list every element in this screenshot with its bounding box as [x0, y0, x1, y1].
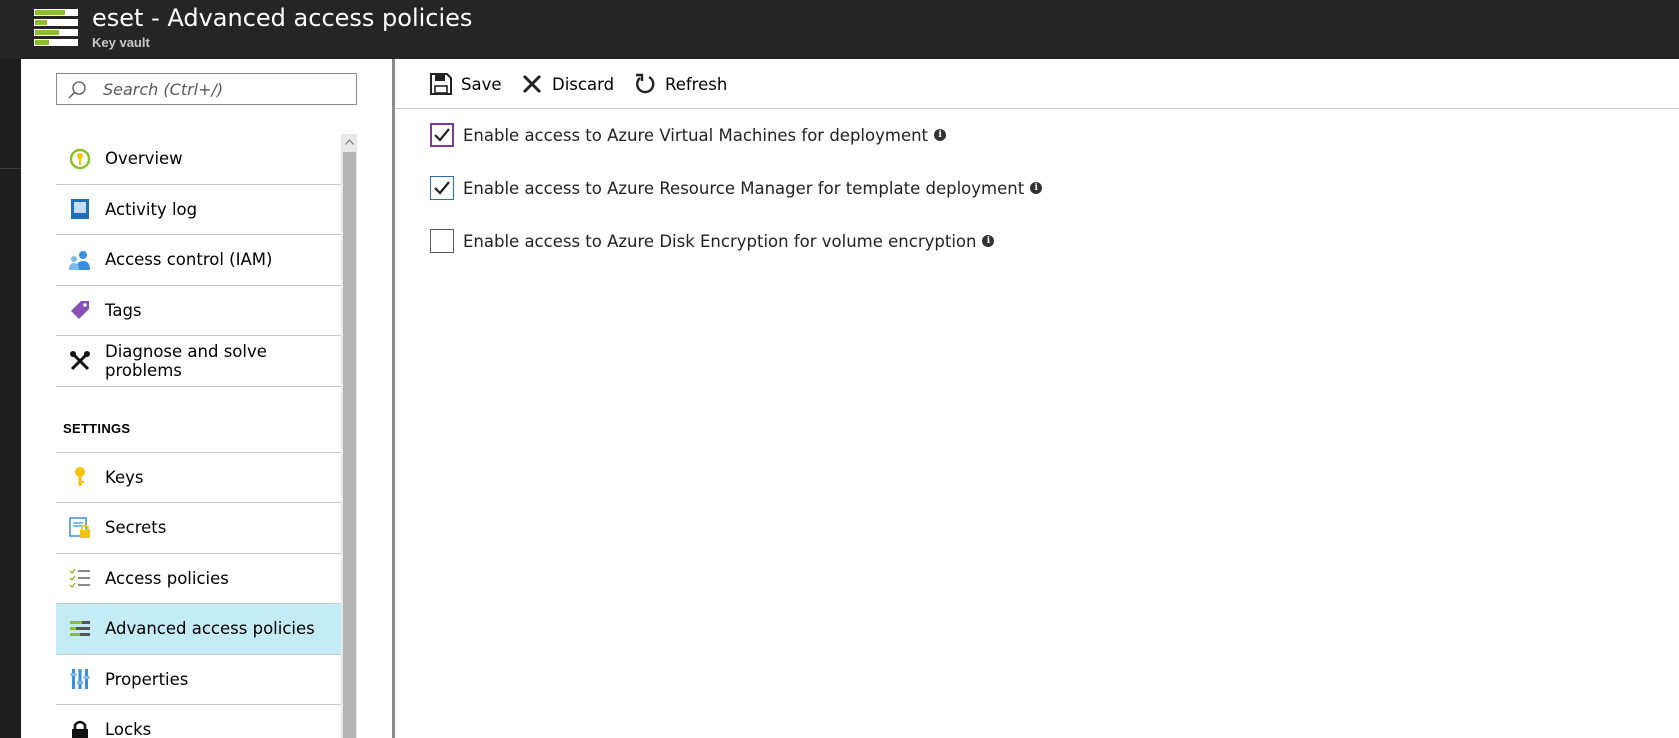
search-icon [68, 81, 86, 99]
menu-item-access-policies[interactable]: Access policies [56, 554, 341, 604]
tag-icon [68, 298, 92, 322]
menu-item-locks[interactable]: Locks [56, 705, 341, 738]
save-icon [429, 72, 453, 96]
info-icon[interactable]: i [1030, 182, 1043, 194]
scrollbar-thumb[interactable] [343, 152, 356, 738]
option-label: Enable access to Azure Disk Encryption f… [463, 231, 977, 251]
menu-item-label: Access control (IAM) [105, 250, 273, 270]
blade-divider[interactable] [392, 59, 395, 738]
secrets-icon [68, 516, 92, 540]
close-icon [520, 72, 544, 96]
info-icon[interactable]: i [982, 235, 995, 247]
option-disk-encryption: Enable access to Azure Disk Encryption f… [430, 228, 995, 254]
overview-icon [68, 147, 92, 171]
checkmark-icon [434, 181, 450, 195]
info-icon[interactable]: i [934, 129, 947, 141]
refresh-icon [633, 72, 657, 96]
menu-item-advanced-access-policies[interactable]: Advanced access policies [56, 604, 341, 655]
menu-item-tags[interactable]: Tags [56, 286, 341, 336]
vm-deployment-checkbox[interactable] [430, 123, 454, 147]
advanced-policies-icon [68, 617, 92, 641]
properties-icon [68, 667, 92, 691]
lock-icon [68, 718, 92, 738]
save-button[interactable]: Save [429, 69, 502, 99]
menu-item-keys[interactable]: Keys [56, 453, 341, 503]
blade-header: eset - Advanced access policies Key vaul… [0, 0, 1679, 59]
command-bar: Save Discard Refresh [395, 59, 1679, 109]
menu-item-properties[interactable]: Properties [56, 655, 341, 705]
menu-item-access-control[interactable]: Access control (IAM) [56, 235, 341, 286]
menu-item-activity-log[interactable]: Activity log [56, 185, 341, 235]
menu-item-label: Overview [105, 149, 183, 169]
option-vm-deployment: Enable access to Azure Virtual Machines … [430, 122, 947, 148]
option-label: Enable access to Azure Resource Manager … [463, 178, 1025, 198]
left-strip-divider [0, 168, 21, 169]
page-title: eset - Advanced access policies [92, 4, 473, 32]
access-policies-icon [68, 566, 92, 590]
menu-item-label: Diagnose and solve problems [105, 341, 267, 380]
section-label: SETTINGS [63, 420, 131, 436]
key-vault-policies-icon [34, 9, 78, 46]
discard-button[interactable]: Discard [520, 69, 614, 99]
menu-item-label: Activity log [105, 199, 198, 219]
save-button-label: Save [461, 74, 502, 94]
refresh-button-label: Refresh [665, 74, 728, 94]
option-label: Enable access to Azure Virtual Machines … [463, 125, 929, 145]
left-nav-strip [0, 59, 21, 738]
key-icon [68, 465, 92, 489]
menu-item-label: Properties [105, 669, 189, 689]
search-box[interactable] [56, 73, 357, 105]
scroll-up-icon[interactable] [341, 134, 357, 150]
menu-scrollbar[interactable] [341, 134, 357, 738]
menu-item-secrets[interactable]: Secrets [56, 503, 341, 554]
menu-item-label: Access policies [105, 568, 229, 588]
discard-button-label: Discard [552, 74, 615, 94]
menu-item-label: Keys [105, 467, 144, 487]
menu-item-label: Locks [105, 720, 152, 738]
wrench-icon [68, 349, 92, 373]
disk-encryption-checkbox[interactable] [430, 229, 454, 253]
menu-list: Overview Activity log Access control (IA… [56, 134, 341, 738]
menu-item-label: Tags [105, 300, 142, 320]
menu-item-label: Advanced access policies [105, 619, 315, 639]
settings-section-header: SETTINGS [56, 387, 341, 453]
iam-icon [68, 248, 92, 272]
menu-item-label: Secrets [105, 518, 167, 538]
activity-log-icon [68, 197, 92, 221]
option-template-deployment: Enable access to Azure Resource Manager … [430, 175, 1043, 201]
refresh-button[interactable]: Refresh [633, 69, 727, 99]
template-deployment-checkbox[interactable] [430, 176, 454, 200]
search-input[interactable] [103, 74, 348, 104]
menu-item-overview[interactable]: Overview [56, 134, 341, 185]
menu-item-diagnose[interactable]: Diagnose and solve problems [56, 336, 341, 387]
checkmark-icon [434, 128, 450, 142]
page-subtitle: Key vault [92, 35, 150, 50]
